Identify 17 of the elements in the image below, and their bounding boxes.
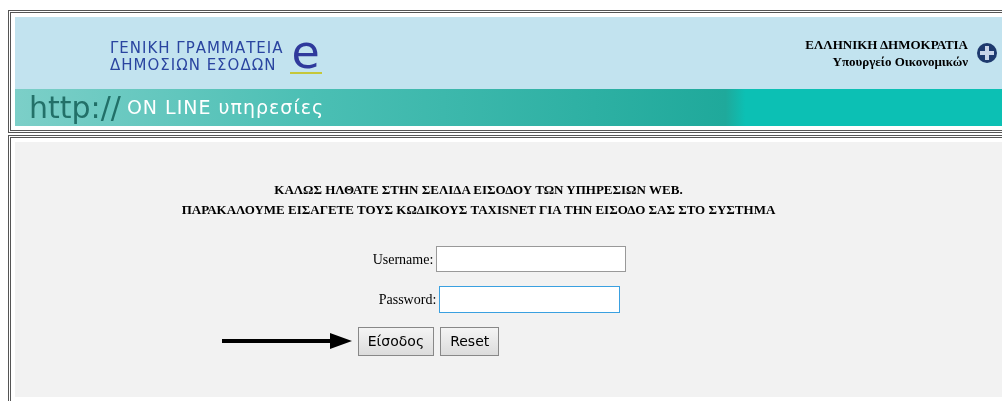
form-button[interactable]: Reset	[440, 327, 500, 356]
input-field[interactable]	[436, 246, 627, 272]
field-label: Password:	[378, 291, 437, 309]
emblem-icon	[976, 42, 998, 64]
form-button[interactable]: Είσοδος	[357, 327, 435, 356]
welcome-text: ΚΑΛΩΣ ΗΛΘΑΤΕ ΣΤΗΝ ΣΕΛΙΔΑ ΕΙΣΟΔΟΥ ΤΩΝ ΥΠΗΡΕΣΙΩΝ WEB.	[274, 181, 683, 199]
republic-title: ΕΛΛΗΝΙΚΗ ΔΗΜΟΚΡΑΤΙΑ	[805, 36, 968, 53]
banner-title: ON LINE υπηρεσίες	[126, 95, 325, 121]
arrow-icon	[221, 333, 352, 349]
agency-name-line: ΔΗΜΟΣΙΩΝ ΕΣΟΔΩΝ	[110, 57, 278, 74]
input-field[interactable]	[439, 286, 621, 313]
field-label: Username:	[372, 250, 434, 269]
welcome-text: ΠΑΡΑΚΑΛΟΥΜΕ ΕΙΣΑΓΕΤΕ ΤΟΥΣ ΚΩΔΙΚΟΥΣ TAXISNET ΓΙΑ ΤΗΝ ΕΙΣΟΔΟ ΣΑΣ ΣΤΟ ΣΥΣΤΗΜΑ	[181, 201, 776, 219]
logo-letter: e	[289, 32, 322, 74]
agency-name-line: ΓΕΝΙΚΗ ΓΡΑΜΜΑΤΕΙΑ	[110, 40, 284, 57]
banner-prefix: http://	[28, 89, 122, 126]
ministry-title: Υπουργείο Οικονομικών	[832, 53, 968, 70]
